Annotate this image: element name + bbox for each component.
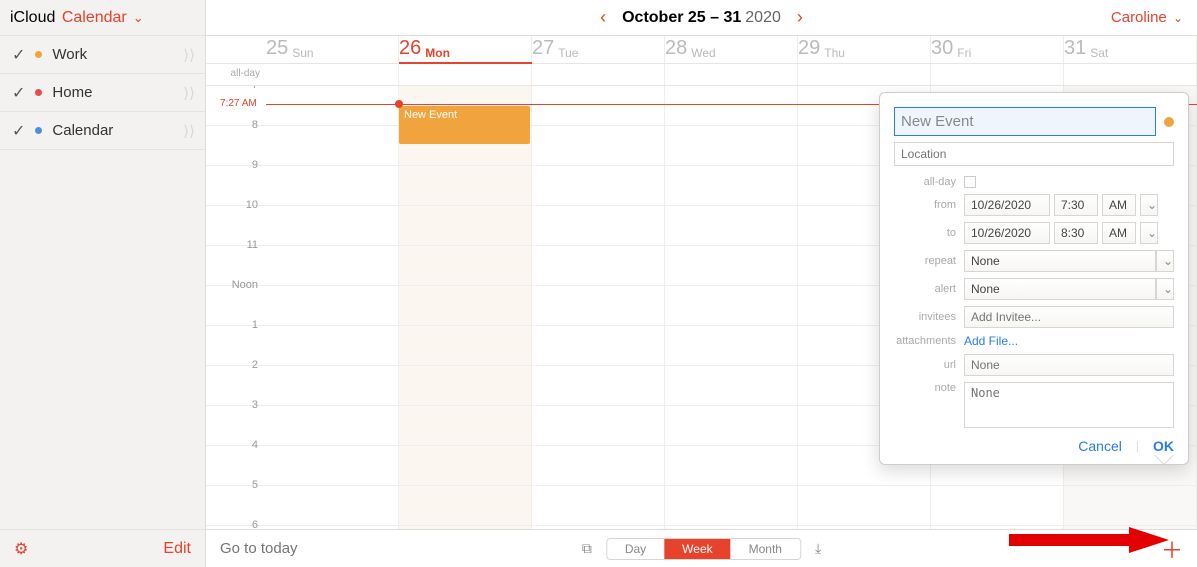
gear-icon[interactable]: ⚙: [14, 539, 28, 559]
day-header-sat[interactable]: 31Sat: [1064, 36, 1197, 63]
to-time-input[interactable]: [1054, 222, 1098, 244]
calendar-color-picker[interactable]: [1164, 117, 1174, 127]
view-month-button[interactable]: Month: [731, 539, 800, 559]
top-bar: ‹ October 25 – 31 2020 › Caroline ⌄: [206, 0, 1197, 36]
main-area: ‹ October 25 – 31 2020 › Caroline ⌄ 25Su…: [206, 0, 1197, 567]
hour-label: Noon: [206, 279, 266, 318]
from-time-input[interactable]: [1054, 194, 1098, 216]
chevron-down-icon[interactable]: ⌄: [1156, 250, 1174, 272]
from-label: from: [894, 199, 964, 211]
to-ampm-dropdown[interactable]: ⌄: [1140, 222, 1158, 244]
prev-week-button[interactable]: ‹: [584, 7, 622, 28]
sidebar: iCloud Calendar ⌄ ✓ Work ⟩⟩ ✓ Home ⟩⟩ ✓ …: [0, 0, 206, 567]
current-time-dot: [395, 100, 403, 108]
cancel-button[interactable]: Cancel: [1078, 438, 1122, 454]
calendar-item-label: Calendar: [52, 122, 113, 139]
hour-label: 3: [206, 399, 266, 438]
calendar-item-label: Home: [52, 84, 92, 101]
note-textarea[interactable]: [964, 382, 1174, 428]
event-title-input[interactable]: [894, 107, 1156, 136]
calendar-list: ✓ Work ⟩⟩ ✓ Home ⟩⟩ ✓ Calendar ⟩⟩: [0, 36, 205, 529]
invitees-label: invitees: [894, 311, 964, 323]
repeat-select[interactable]: None: [964, 250, 1156, 272]
day-header-fri[interactable]: 30Fri: [931, 36, 1064, 63]
brand-switcher[interactable]: iCloud Calendar ⌄: [0, 0, 205, 36]
share-icon[interactable]: ⟩⟩: [183, 84, 195, 102]
add-event-button[interactable]: ＋: [1161, 533, 1183, 565]
alert-label: alert: [894, 283, 964, 295]
day-header-row: 25Sun 26Mon 27Tue 28Wed 29Thu 30Fri 31Sa…: [206, 36, 1197, 64]
date-range: October 25 – 31: [622, 9, 741, 27]
hour-label: 8: [206, 119, 266, 158]
goto-today-input[interactable]: [220, 540, 380, 557]
hour-label: 4: [206, 439, 266, 478]
calendar-event[interactable]: New Event: [399, 106, 530, 144]
to-date-input[interactable]: [964, 222, 1050, 244]
day-header-sun[interactable]: 25Sun: [266, 36, 399, 63]
download-icon[interactable]: ⤓: [815, 540, 821, 557]
calendar-item-home[interactable]: ✓ Home ⟩⟩: [0, 74, 205, 112]
view-day-button[interactable]: Day: [607, 539, 664, 559]
next-week-button[interactable]: ›: [781, 7, 819, 28]
attachments-label: attachments: [894, 335, 964, 347]
from-ampm-dropdown[interactable]: ⌄: [1140, 194, 1158, 216]
chevron-down-icon[interactable]: ⌄: [1156, 278, 1174, 300]
from-ampm-input[interactable]: [1102, 194, 1136, 216]
event-title: New Event: [404, 109, 457, 121]
calendar-item-calendar[interactable]: ✓ Calendar ⟩⟩: [0, 112, 205, 150]
share-icon[interactable]: ⟩⟩: [183, 122, 195, 140]
to-ampm-input[interactable]: [1102, 222, 1136, 244]
chevron-down-icon: ⌄: [133, 10, 144, 26]
check-icon: ✓: [12, 121, 25, 141]
date-range-year: 2020: [745, 9, 781, 27]
brand-name-plain: iCloud: [10, 9, 55, 27]
hour-label: 9: [206, 159, 266, 198]
allday-checkbox[interactable]: [964, 176, 976, 188]
ok-button[interactable]: OK: [1153, 438, 1174, 454]
user-name: Caroline: [1111, 9, 1167, 26]
calendar-color-dot: [35, 89, 42, 96]
edit-button[interactable]: Edit: [163, 540, 191, 558]
hour-label: 10: [206, 199, 266, 238]
event-editor-popover: all-day from ⌄ to ⌄ repeat None⌄: [879, 92, 1189, 465]
day-header-mon[interactable]: 26Mon: [399, 36, 532, 63]
url-label: url: [894, 359, 964, 371]
from-date-input[interactable]: [964, 194, 1050, 216]
calendar-item-work[interactable]: ✓ Work ⟩⟩: [0, 36, 205, 74]
check-icon: ✓: [12, 83, 25, 103]
hour-label: 1: [206, 319, 266, 358]
calendar-item-label: Work: [52, 46, 87, 63]
check-icon: ✓: [12, 45, 25, 65]
url-input[interactable]: [964, 354, 1174, 376]
day-header-thu[interactable]: 29Thu: [798, 36, 931, 63]
allday-label: all-day: [894, 176, 964, 188]
bottom-bar: ⧉ Day Week Month ⤓ ＋: [206, 529, 1197, 567]
invitees-input[interactable]: [964, 306, 1174, 328]
hour-label: 2: [206, 359, 266, 398]
brand-name-app: Calendar: [62, 9, 127, 27]
chevron-down-icon: ⌄: [1173, 11, 1183, 25]
to-label: to: [894, 227, 964, 239]
hour-label: 6: [206, 519, 266, 529]
copy-icon[interactable]: ⧉: [582, 540, 592, 557]
view-segmented-control: Day Week Month: [606, 538, 801, 560]
repeat-label: repeat: [894, 255, 964, 267]
alert-select[interactable]: None: [964, 278, 1156, 300]
calendar-color-dot: [35, 127, 42, 134]
hour-label: 5: [206, 479, 266, 518]
share-icon[interactable]: ⟩⟩: [183, 46, 195, 64]
note-label: note: [894, 382, 964, 394]
view-week-button[interactable]: Week: [664, 539, 730, 559]
user-menu[interactable]: Caroline ⌄: [1111, 9, 1183, 26]
current-time-label: 7:27 AM: [220, 98, 257, 109]
add-file-link[interactable]: Add File...: [964, 334, 1018, 348]
allday-label: all-day: [206, 64, 266, 85]
event-location-input[interactable]: [894, 142, 1174, 166]
allday-row: all-day: [206, 64, 1197, 86]
day-header-wed[interactable]: 28Wed: [665, 36, 798, 63]
calendar-color-dot: [35, 51, 42, 58]
hour-label: 11: [206, 239, 266, 278]
day-header-tue[interactable]: 27Tue: [532, 36, 665, 63]
